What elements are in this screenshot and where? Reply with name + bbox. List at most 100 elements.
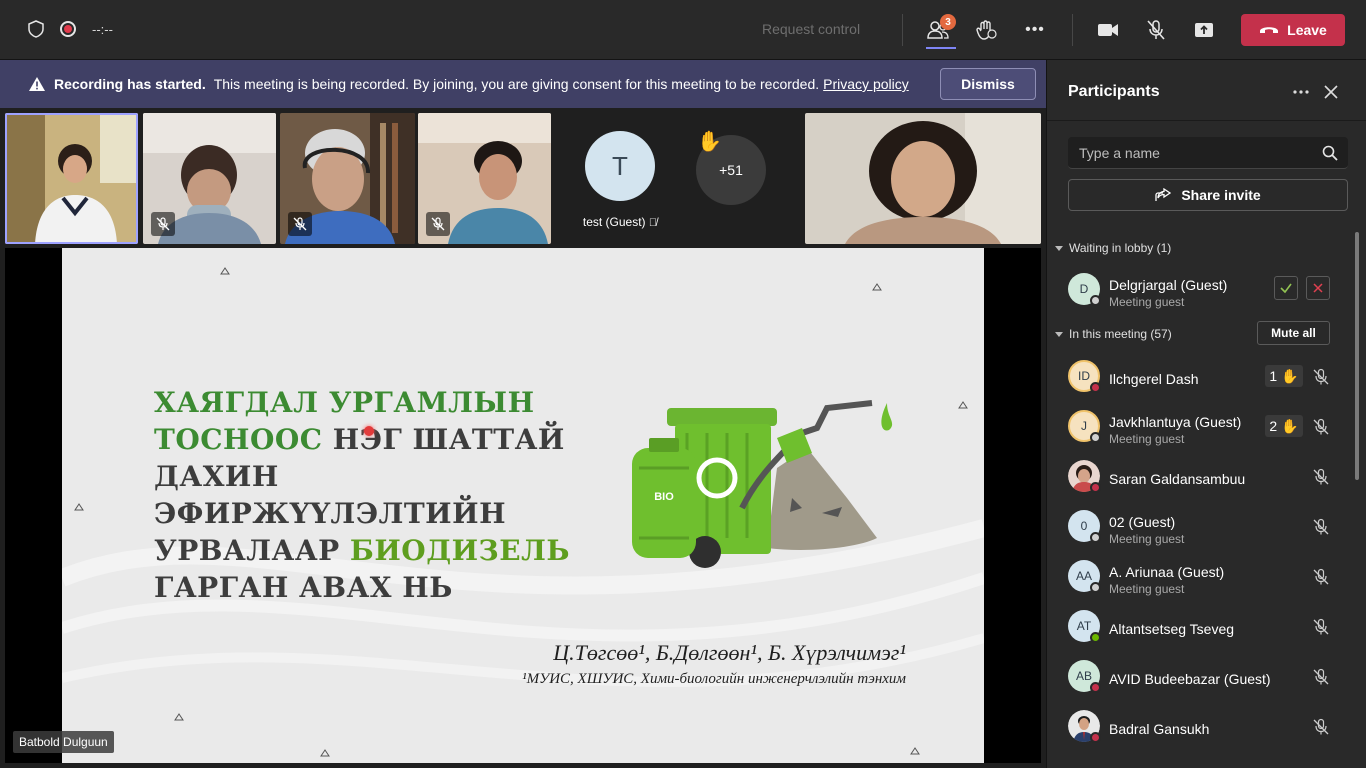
participants-panel: Participants Share invite Waiting in lob… [1046,60,1366,768]
mic-off-icon [156,217,170,231]
banner-text: This meeting is being recorded. By joini… [213,76,820,92]
reactions-button[interactable] [972,16,1000,44]
participant-role: Meeting guest [1109,532,1185,546]
mic-off-icon[interactable] [1312,718,1330,736]
video-tile[interactable] [143,113,276,244]
meeting-info: --:-- [28,20,113,38]
request-control-button[interactable]: Request control [762,21,860,37]
share-invite-button[interactable]: Share invite [1068,179,1348,211]
privacy-policy-link[interactable]: Privacy policy [823,76,909,92]
status-indicator [1090,432,1101,443]
status-indicator [1090,482,1101,493]
status-indicator [1090,295,1101,306]
deny-button[interactable] [1306,276,1330,300]
mute-all-button[interactable]: Mute all [1257,321,1330,345]
search-icon [1322,145,1338,161]
guest-tile[interactable]: T test (Guest) 🎙̸ [560,113,680,244]
hang-up-icon [1260,27,1279,33]
video-tile[interactable] [805,113,1041,244]
mic-off-icon[interactable] [1312,418,1330,436]
participant-name: Javkhlantuya (Guest) [1109,414,1242,430]
more-options-icon[interactable] [1291,82,1311,102]
raised-hand-badge: 2 ✋ [1265,415,1303,437]
meeting-header: In this meeting (57) [1069,327,1172,341]
mic-button[interactable] [1142,16,1170,44]
warning-icon [29,77,45,91]
participant-item[interactable]: 0 02 (Guest) Meeting guest [1068,505,1338,549]
laser-pointer-icon [364,426,374,436]
meeting-stage: T test (Guest) 🎙̸ +51 ✋ ХАЯГДАЛ УРГАМЛЫН… [0,108,1046,768]
participant-name: Badral Gansukh [1109,721,1210,737]
presenter-name: Batbold Dulguun [13,731,114,753]
search-input[interactable] [1079,144,1309,161]
more-actions-button[interactable]: ••• [1021,16,1049,44]
participant-search[interactable] [1068,137,1348,169]
show-participants-button[interactable]: 3 [924,14,956,44]
lobby-header: Waiting in lobby (1) [1069,241,1172,255]
toolbar-divider [1072,14,1073,46]
participant-role: Meeting guest [1109,432,1185,446]
check-icon [1280,283,1292,294]
admit-button[interactable] [1274,276,1298,300]
title-line: НЭГ ШАТТАЙ [322,423,565,456]
close-icon[interactable] [1321,82,1341,102]
leave-label: Leave [1287,22,1327,38]
raised-hand-icon: ✋ [1281,417,1299,434]
participant-item[interactable]: J Javkhlantuya (Guest) Meeting guest 2 ✋ [1068,405,1338,449]
slide-authors: Ц.Төгсөө¹, Б.Дөлгөөн¹, Б. Хүрэлчимэг¹ [553,640,906,665]
participant-item[interactable]: ID Ilchgerel Dash 1 ✋ [1068,355,1338,399]
status-indicator [1090,382,1101,393]
status-indicator [1090,532,1101,543]
can-label: BIO [654,491,674,503]
video-tile[interactable] [280,113,415,244]
chevron-down-icon [1055,331,1063,337]
mic-off-icon[interactable] [1312,518,1330,536]
guest-name-label: test (Guest) [582,215,646,229]
participant-name: A. Ariunaa (Guest) [1109,564,1225,580]
mic-off-icon[interactable] [1312,618,1330,636]
video-tile[interactable] [418,113,551,244]
lobby-item[interactable]: D Delgrjargal (Guest) Meeting guest [1068,268,1338,312]
shared-content: ХАЯГДАЛ УРГАМЛЫН ТОСНООС НЭГ ШАТТАЙ ДАХИ… [5,248,1041,763]
mic-off-icon[interactable] [1312,468,1330,486]
share-screen-icon [1195,23,1213,37]
raised-hand-badge: 1 ✋ [1265,365,1303,387]
avatar: T [585,131,655,201]
status-indicator [1090,732,1101,743]
toolbar-divider [902,14,903,46]
raised-hand-icon: ✋ [697,131,722,153]
shield-icon [28,20,44,38]
camera-icon [1098,24,1118,36]
mic-off-icon[interactable] [1312,368,1330,386]
participant-item[interactable]: AT Altantsetseg Tseveg [1068,605,1338,649]
dismiss-button[interactable]: Dismiss [940,68,1036,100]
panel-scrollbar[interactable] [1355,232,1359,480]
hand-order: 1 [1269,368,1278,384]
share-content-button[interactable] [1190,16,1218,44]
participant-item[interactable]: AB AVID Budeebazar (Guest) [1068,655,1338,699]
mic-off-icon [1147,20,1165,40]
leave-button[interactable]: Leave [1241,14,1345,46]
muted-indicator [151,212,175,236]
participant-video [5,113,138,244]
raised-hand-icon: ✋ [1281,367,1299,384]
mic-off-icon[interactable] [1312,668,1330,686]
recording-banner: Recording has started. This meeting is b… [0,60,1046,108]
participant-item[interactable]: Badral Gansukh [1068,705,1338,749]
raise-hand-emoji-icon [976,20,997,40]
participant-item[interactable]: Saran Galdansambuu [1068,455,1338,499]
panel-divider [1047,120,1366,121]
status-indicator [1090,582,1101,593]
presentation-slide: ХАЯГДАЛ УРГАМЛЫН ТОСНООС НЭГ ШАТТАЙ ДАХИ… [62,248,984,763]
banner-title: Recording has started. [54,76,206,92]
participant-name: Delgrjargal (Guest) [1109,277,1228,293]
title-line: ХАЯГДАЛ УРГАМЛЫН [154,386,535,419]
participant-item[interactable]: AA A. Ariunaa (Guest) Meeting guest [1068,555,1338,599]
close-icon [1313,283,1323,293]
lobby-section-toggle[interactable]: Waiting in lobby (1) [1055,241,1171,255]
camera-button[interactable] [1094,16,1122,44]
meeting-section-toggle[interactable]: In this meeting (57) [1055,327,1172,341]
video-tile[interactable] [5,113,138,244]
mic-off-icon[interactable] [1312,568,1330,586]
panel-title: Participants [1068,83,1160,100]
